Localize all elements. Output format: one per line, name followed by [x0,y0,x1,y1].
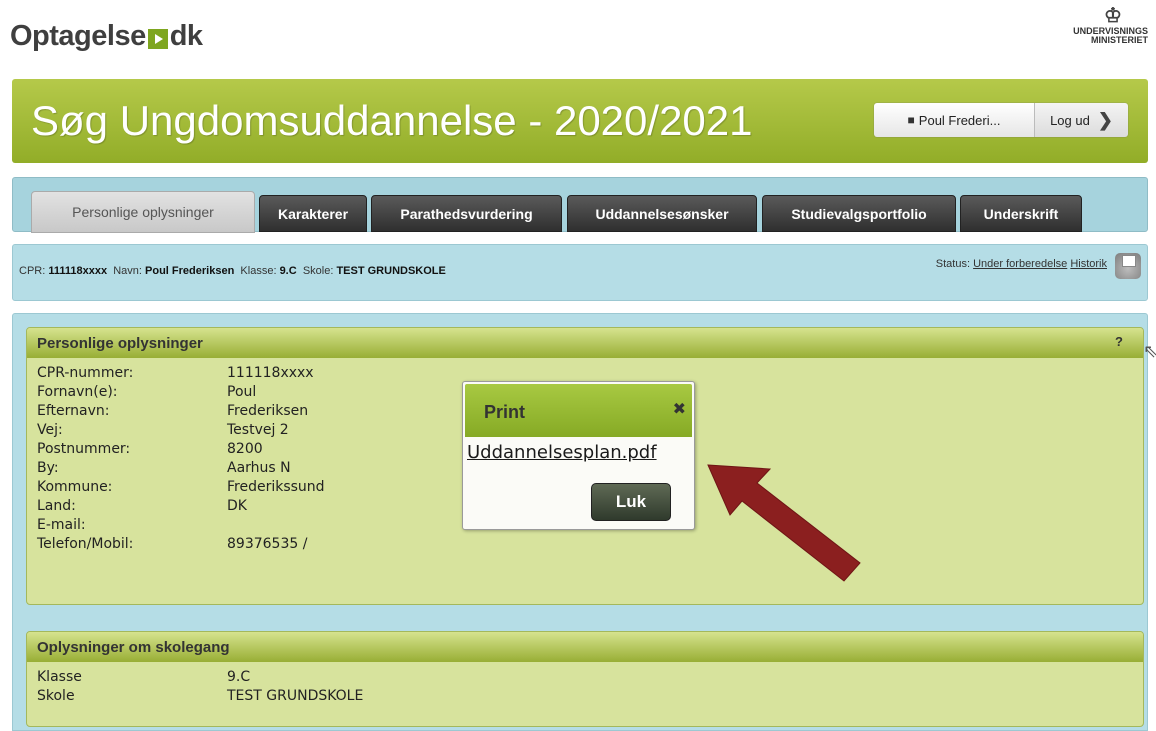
close-button[interactable]: Luk [591,483,671,521]
user-name: Poul Frederi... [918,112,1001,128]
info-value: Testvej 2 [227,422,289,438]
user-button[interactable]: ■ Poul Frederi... [874,103,1035,137]
info-row: Klasse 9.C [37,668,1133,687]
info-value: 9.C [227,669,251,685]
tab-karakterer[interactable]: Karakterer [259,195,367,232]
info-label: Land: [37,498,76,514]
student-summary: CPR: 111118xxxx Navn: Poul Frederiksen K… [19,265,446,277]
name-value: Poul Frederiksen [145,265,235,277]
info-label: Fornavn(e): [37,384,118,400]
info-value: 89376535 / [227,536,308,552]
class-value: 9.C [279,265,297,277]
logout-button[interactable]: Log ud ❯ [1035,103,1128,137]
site-logo[interactable]: Optagelse dk [10,20,203,53]
status-area: Status: Under forberedelse Historik [936,258,1107,270]
chevron-right-icon: ❯ [1097,109,1113,130]
info-label: Kommune: [37,479,113,495]
ministry-line-2: MINISTERIET [1090,35,1148,45]
cpr-label: CPR: [19,265,46,277]
help-icon[interactable]: ? [1115,334,1123,349]
pdf-download-link[interactable]: Uddannelsesplan.pdf [467,442,657,463]
name-label: Navn: [113,265,142,277]
tab-bar: Personlige oplysninger Karakterer Parath… [12,177,1148,233]
tab-uddannelsesoensker[interactable]: Uddannelsesønsker [567,195,757,232]
info-value: TEST GRUNDSKOLE [227,688,364,704]
info-label: Efternavn: [37,403,110,419]
page-title: Søg Ungdomsuddannelse - 2020/2021 [31,97,753,144]
print-dialog-title: Print [484,402,526,422]
printer-icon[interactable] [1115,253,1141,279]
crown-icon: ♔ [1104,5,1122,27]
info-value: Poul [227,384,257,400]
tab-studievalgsportfolio[interactable]: Studievalgsportfolio [762,195,956,232]
cpr-value: 111118xxxx [48,265,108,277]
tab-parathedsvurdering[interactable]: Parathedsvurdering [371,195,562,232]
school-label: Skole: [302,265,334,277]
close-icon[interactable]: ✖ [673,399,686,418]
user-box: ■ Poul Frederi... Log ud ❯ [874,103,1128,137]
info-value: Frederiksen [227,403,309,419]
info-label: Postnummer: [37,441,131,457]
class-label: Klasse: [240,265,277,277]
info-label: Vej: [37,422,63,438]
info-label: E-mail: [37,517,86,533]
info-row: Telefon/Mobil: 89376535 / [37,535,1133,554]
info-label: CPR-nummer: [37,365,134,381]
logout-label: Log ud [1050,112,1090,128]
red-arrow-annotation [707,464,861,582]
info-value: Frederikssund [227,479,325,495]
school-info-list: Klasse 9.C Skole TEST GRUNDSKOLE [27,662,1143,712]
print-dialog-header: Print ✖ [465,384,692,437]
user-icon: ■ [907,113,915,127]
ministry-logo: ♔ UNDERVISNINGS MINISTERIET [1068,5,1148,45]
history-link[interactable]: Historik [1070,258,1107,270]
print-dialog: Print ✖ Uddannelsesplan.pdf Luk [462,381,695,530]
student-info-bar: CPR: 111118xxxx Navn: Poul Frederiksen K… [12,244,1148,301]
tab-personlige-oplysninger[interactable]: Personlige oplysninger [31,191,255,233]
logo-arrow-icon [147,28,168,49]
info-value: Aarhus N [227,460,291,476]
school-info-title: Oplysninger om skolegang [37,638,230,656]
logo-text-right: dk [169,20,203,52]
info-row: Skole TEST GRUNDSKOLE [37,687,1133,706]
info-label: Skole [37,688,75,704]
info-label: Klasse [37,669,82,685]
info-value: 8200 [227,441,263,457]
mouse-cursor-icon: ⇖ [1143,341,1156,362]
personal-info-title: Personlige oplysninger [37,334,203,352]
tab-underskrift[interactable]: Underskrift [960,195,1082,232]
info-label: Telefon/Mobil: [37,536,134,552]
school-info-heading: Oplysninger om skolegang [27,632,1143,662]
page-header: Søg Ungdomsuddannelse - 2020/2021 ■ Poul… [12,79,1148,163]
info-value: 111118xxxx [227,365,314,381]
personal-info-heading: Personlige oplysninger ? [27,328,1143,358]
school-value: TEST GRUNDSKOLE [336,265,446,277]
school-info-panel: Oplysninger om skolegang Klasse 9.C Skole… [26,631,1144,727]
logo-text-left: Optagelse [10,20,146,52]
status-label: Status: [935,258,971,270]
status-link[interactable]: Under forberedelse [973,258,1067,270]
info-value: DK [227,498,247,514]
info-label: By: [37,460,59,476]
